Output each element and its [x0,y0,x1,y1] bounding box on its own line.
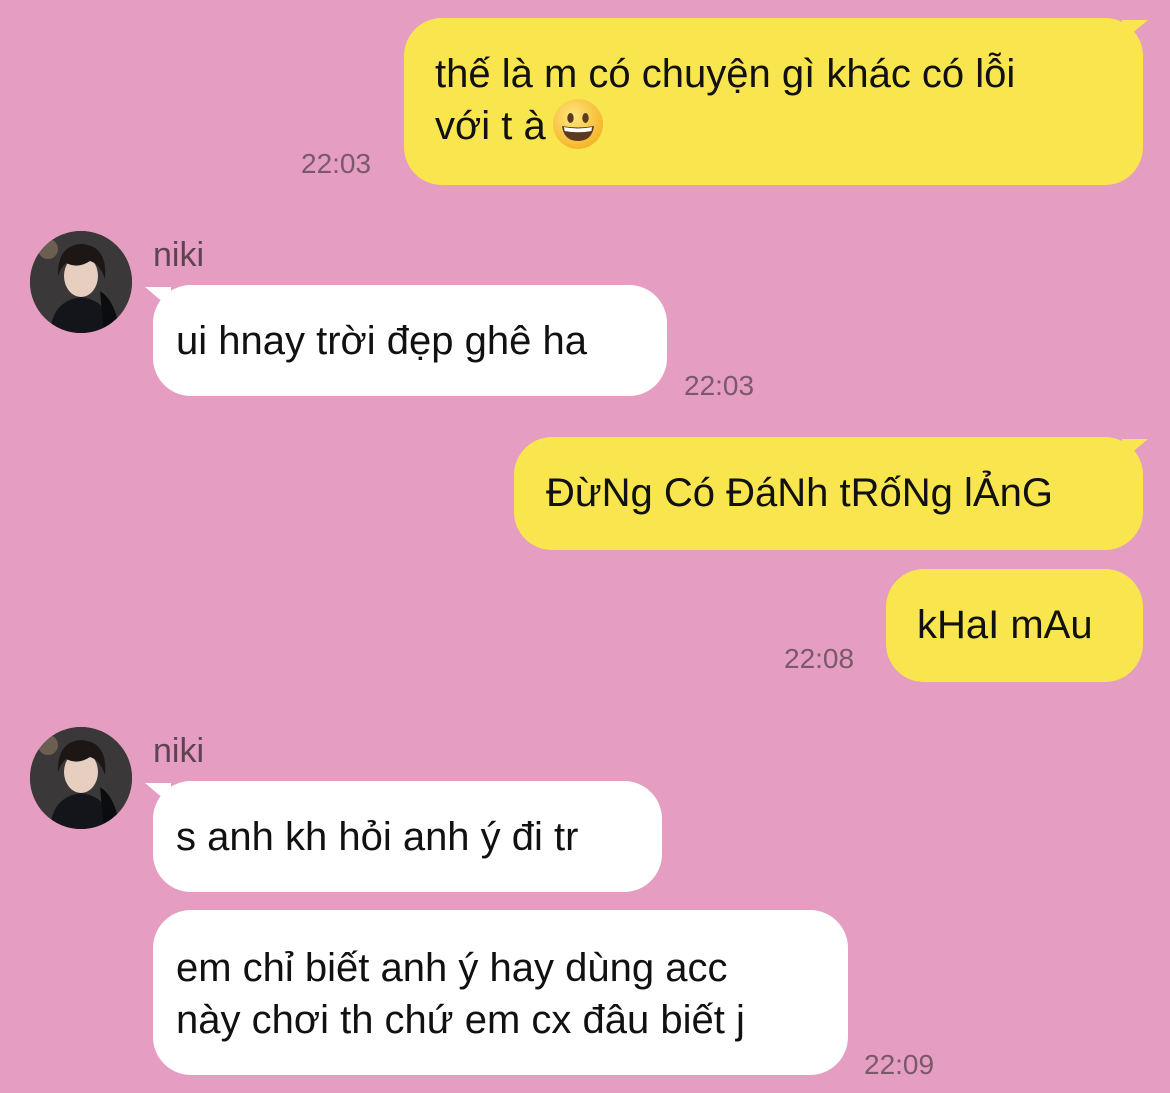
message-timestamp: 22:09 [864,1049,935,1080]
message-text: kHaI mAu [917,603,1093,647]
incoming-message-bubble[interactable]: em chỉ biết anh ý hay dùng acc này chơi … [153,910,848,1075]
bubble-tail [1122,439,1148,461]
incoming-message-bubble[interactable]: ui hnay trời đẹp ghê ha [153,285,667,396]
contact-avatar[interactable] [30,231,132,333]
sender-name: niki [153,236,205,274]
bubble-tail [1122,20,1148,42]
bubble-tail [145,783,171,805]
message-timestamp: 22:08 [784,643,855,674]
message-text: với t à [435,98,1143,154]
grinning-face-emoji-icon [552,98,604,150]
message-text: s anh kh hỏi anh ý đi tr [176,815,579,859]
contact-avatar[interactable] [30,727,132,829]
sender-name: niki [153,732,205,770]
outgoing-message-bubble[interactable]: ĐừNg Có ĐáNh tRốNg lẢnG [514,437,1143,550]
message-text: này chơi th chứ em cx đâu biết j [176,998,745,1042]
outgoing-message-bubble[interactable]: thế là m có chuyện gì khác có lỗi với t … [404,18,1143,185]
message-text: thế là m có chuyện gì khác có lỗi [435,52,1016,96]
message-timestamp: 22:03 [301,148,372,179]
incoming-message-bubble[interactable]: s anh kh hỏi anh ý đi tr [153,781,662,892]
avatar-photo-icon [30,727,132,829]
bubble-tail [145,287,171,309]
message-text: ui hnay trời đẹp ghê ha [176,319,587,363]
message-text: em chỉ biết anh ý hay dùng acc [176,946,728,990]
avatar-photo-icon [30,231,132,333]
message-text: ĐừNg Có ĐáNh tRốNg lẢnG [546,471,1053,515]
outgoing-message-bubble[interactable]: kHaI mAu [886,569,1143,682]
message-timestamp: 22:03 [684,370,755,401]
